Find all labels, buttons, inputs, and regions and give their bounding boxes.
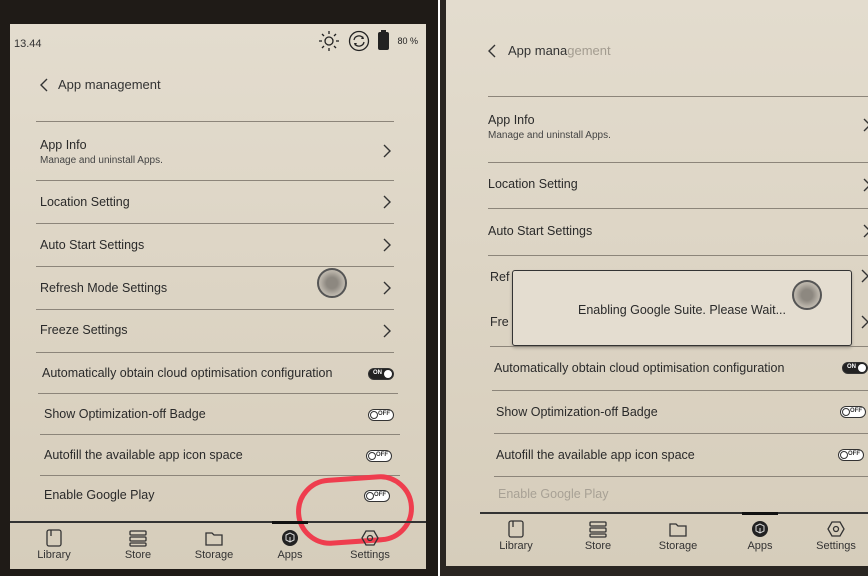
optimization-badge-toggle[interactable]: OFF [368, 409, 394, 421]
autofill-icon-row: Autofill the available app icon space OF… [10, 435, 426, 475]
library-icon [46, 529, 62, 547]
row-label: App Info [40, 138, 87, 152]
cloud-optimisation-row: Automatically obtain cloud optimisation … [446, 347, 868, 389]
row-label: App Info [488, 113, 535, 127]
chevron-left-icon[interactable] [38, 77, 50, 93]
row-label: Location Setting [488, 177, 578, 191]
title-bar: App management [446, 30, 868, 70]
bottom-nav: Library Store Storage Apps Settings [480, 512, 868, 566]
nav-settings[interactable]: Settings [340, 529, 400, 561]
nav-storage[interactable]: Storage [648, 520, 708, 552]
row-label: Show Optimization-off Badge [496, 405, 658, 419]
row-label: Refresh Mode Settings [40, 281, 168, 295]
chevron-right-icon [383, 238, 391, 252]
store-icon [589, 521, 607, 538]
page-title: App management [58, 77, 161, 92]
app-info-row[interactable]: App Info Manage and uninstall Apps. [446, 97, 868, 157]
library-icon [508, 520, 524, 538]
row-label: Autofill the available app icon space [496, 448, 695, 462]
bottom-nav: Library Store Storage Apps Settings [10, 521, 426, 569]
status-bar: 13.44 80 % [10, 24, 426, 60]
sun-icon[interactable] [318, 30, 340, 52]
right-screen: App management App Info Manage and unins… [446, 0, 868, 566]
battery-icon [378, 30, 390, 50]
chevron-right-icon [863, 178, 868, 192]
row-label: Fre [490, 315, 509, 329]
location-setting-row[interactable]: Location Setting [10, 181, 426, 223]
row-label: Autofill the available app icon space [44, 448, 243, 462]
storage-icon [205, 532, 223, 546]
row-label: Auto Start Settings [40, 238, 145, 252]
autofill-icon-toggle[interactable]: OFF [366, 450, 392, 462]
right-photo: App management App Info Manage and unins… [440, 0, 868, 576]
chevron-right-icon [383, 324, 391, 338]
touch-indicator [317, 268, 347, 298]
status-icons: 80 % [318, 30, 418, 52]
optimization-badge-row: Show Optimization-off Badge OFF [446, 391, 868, 433]
auto-start-row[interactable]: Auto Start Settings [446, 209, 868, 255]
nav-library[interactable]: Library [24, 529, 84, 561]
nav-settings[interactable]: Settings [806, 520, 866, 552]
chevron-right-icon [861, 269, 868, 283]
freeze-settings-row[interactable]: Freeze Settings [10, 310, 426, 352]
chevron-left-icon[interactable] [486, 43, 498, 59]
optimization-badge-row: Show Optimization-off Badge OFF [10, 394, 426, 434]
autofill-icon-row: Autofill the available app icon space OF… [446, 434, 868, 476]
settings-icon [361, 530, 379, 546]
touch-indicator [792, 280, 822, 310]
cloud-optimisation-toggle[interactable]: ON [368, 368, 394, 380]
apps-icon [282, 530, 298, 546]
nav-library[interactable]: Library [486, 520, 546, 552]
chevron-right-icon [383, 195, 391, 209]
settings-icon [827, 521, 845, 537]
page-title: App management [508, 43, 611, 58]
apps-icon [752, 521, 768, 537]
active-tab-indicator [272, 521, 308, 524]
refresh-mode-row[interactable]: Refresh Mode Settings [10, 267, 426, 309]
auto-start-row[interactable]: Auto Start Settings [10, 224, 426, 266]
title-bar: App management [10, 64, 426, 104]
store-icon [129, 530, 147, 547]
row-label: Automatically obtain cloud optimisation … [42, 366, 333, 380]
app-info-row[interactable]: App Info Manage and uninstall Apps. [10, 122, 426, 180]
chevron-right-icon [383, 281, 391, 295]
row-sublabel: Manage and uninstall Apps. [488, 130, 611, 141]
row-label: Location Setting [40, 195, 130, 209]
row-label: Ref [490, 270, 510, 284]
cloud-optimisation-row: Automatically obtain cloud optimisation … [10, 353, 426, 393]
enable-google-play-row: Enable Google Play [446, 477, 868, 517]
nav-apps[interactable]: Apps [260, 529, 320, 561]
row-label: Enable Google Play [44, 488, 155, 502]
row-label: Freeze Settings [40, 323, 128, 337]
row-label: Show Optimization-off Badge [44, 407, 206, 421]
nav-store[interactable]: Store [108, 529, 168, 561]
row-label: Enable Google Play [498, 487, 609, 501]
nav-store[interactable]: Store [568, 520, 628, 552]
autofill-icon-toggle[interactable]: OFF [838, 449, 864, 461]
optimization-badge-toggle[interactable]: OFF [840, 406, 866, 418]
row-label: Automatically obtain cloud optimisation … [494, 361, 785, 375]
left-photo: 13.44 80 % App management App Info Manag… [0, 0, 438, 576]
row-sublabel: Manage and uninstall Apps. [40, 155, 163, 166]
active-tab-indicator [742, 512, 778, 515]
chevron-right-icon [863, 118, 868, 132]
row-label: Auto Start Settings [488, 224, 593, 238]
location-setting-row[interactable]: Location Setting [446, 163, 868, 207]
left-screen: 13.44 80 % App management App Info Manag… [10, 24, 426, 569]
sync-icon[interactable] [348, 30, 370, 52]
chevron-right-icon [861, 315, 868, 329]
nav-apps[interactable]: Apps [730, 520, 790, 552]
battery-level: 80 % [397, 36, 418, 46]
chevron-right-icon [863, 224, 868, 238]
storage-icon [669, 523, 687, 537]
cloud-optimisation-toggle[interactable]: ON [842, 362, 868, 374]
chevron-right-icon [383, 144, 391, 158]
nav-storage[interactable]: Storage [184, 529, 244, 561]
status-time: 13.44 [14, 38, 42, 50]
